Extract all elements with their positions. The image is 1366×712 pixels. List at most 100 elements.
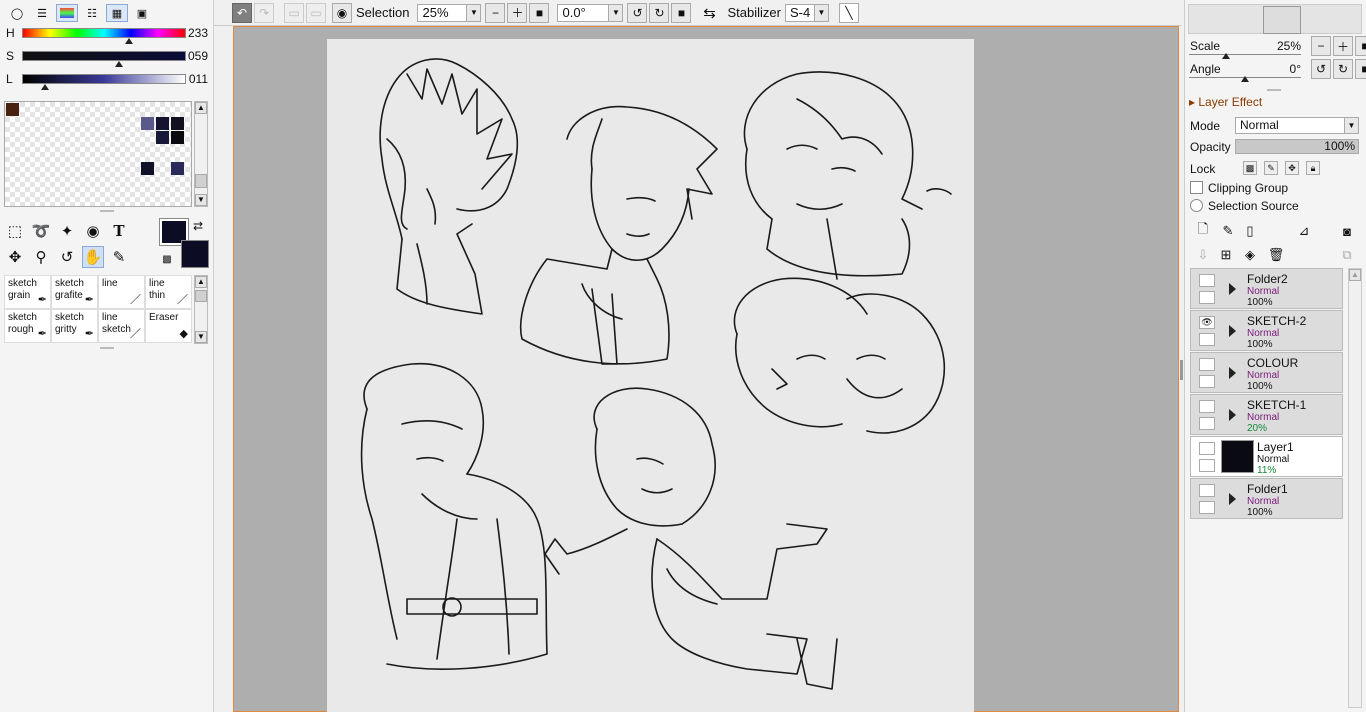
swatch-grid-icon[interactable]: ▦: [106, 4, 128, 22]
brush-sketch-grain[interactable]: sketch grain ✒: [4, 275, 51, 309]
flip-horizontal-icon[interactable]: ⇆: [699, 3, 719, 23]
layer-row-sketch-1[interactable]: SKETCH-1 Normal 20%: [1190, 394, 1343, 435]
hsv-sliders-icon[interactable]: [56, 4, 78, 22]
merge-down-icon[interactable]: ⊞: [1217, 246, 1235, 264]
invert-selection-icon[interactable]: ▭: [306, 2, 326, 23]
layer-properties-icon[interactable]: ⧉: [1338, 246, 1356, 264]
text-icon[interactable]: T: [108, 220, 130, 242]
layer-select-box[interactable]: [1199, 333, 1215, 346]
panel-grip[interactable]: [100, 210, 114, 214]
swap-colors-icon[interactable]: ⇄: [190, 218, 206, 234]
redo-icon[interactable]: ↷: [254, 2, 274, 23]
hue-track[interactable]: [22, 28, 186, 38]
swatch-7[interactable]: [141, 162, 154, 175]
zoom-in-icon[interactable]: ＋: [1333, 36, 1353, 56]
transparent-color-icon[interactable]: ▩: [160, 252, 174, 266]
rotate-reset-icon[interactable]: ■: [1355, 59, 1366, 79]
zoom-out-icon[interactable]: −: [485, 2, 506, 23]
rotation-dropdown[interactable]: 0.0° ▼: [557, 3, 624, 22]
layer-select-box[interactable]: [1199, 375, 1215, 388]
layer-scrollbar[interactable]: ▲: [1348, 268, 1362, 708]
swatch-8[interactable]: [171, 162, 184, 175]
opacity-slider[interactable]: 100%: [1235, 139, 1359, 154]
navigator-viewport[interactable]: [1263, 6, 1301, 34]
transform-icon[interactable]: ⊿: [1295, 222, 1313, 240]
layer-effect-header[interactable]: ▸ Layer Effect: [1189, 95, 1262, 109]
layer-row-folder2[interactable]: Folder2 Normal 100%: [1190, 268, 1343, 309]
eye-icon[interactable]: ◉: [332, 2, 352, 23]
rgb-sliders-icon[interactable]: ☰: [31, 4, 53, 22]
transfer-down-icon[interactable]: ⇩: [1194, 246, 1212, 264]
scroll-up-icon[interactable]: ▲: [195, 276, 207, 288]
rotate-reset-icon[interactable]: ■: [671, 2, 692, 23]
brush-sketch-gritty[interactable]: sketch gritty ✒: [51, 309, 98, 343]
layer-row-colour[interactable]: COLOUR Normal 100%: [1190, 352, 1343, 393]
scroll-thumb[interactable]: [195, 290, 207, 302]
scroll-up-icon[interactable]: ▲: [195, 102, 207, 114]
undo-icon[interactable]: ↶: [232, 2, 252, 23]
brush-eraser[interactable]: Eraser ◆: [145, 309, 192, 343]
panel-grip[interactable]: [100, 347, 114, 351]
new-folder-icon[interactable]: ▯: [1241, 222, 1259, 240]
hue-slider[interactable]: H 233: [6, 26, 210, 46]
lock-move-icon[interactable]: ✥: [1285, 161, 1299, 175]
lock-transparency-icon[interactable]: ▩: [1243, 161, 1257, 175]
angle-handle[interactable]: [1241, 76, 1249, 82]
swatch-2[interactable]: [141, 117, 154, 130]
magic-wand-icon[interactable]: ✦: [56, 220, 78, 242]
canvas-area[interactable]: [233, 26, 1179, 712]
brush-line[interactable]: line ／: [98, 275, 145, 309]
lightness-handle[interactable]: [41, 84, 49, 90]
rotate-left-icon[interactable]: ↺: [627, 2, 648, 23]
zoom-reset-icon[interactable]: ■: [1355, 36, 1366, 56]
folder-expand-icon[interactable]: [1229, 325, 1236, 337]
folder-expand-icon[interactable]: [1229, 283, 1236, 295]
color-wheel-icon[interactable]: ◯: [6, 4, 28, 22]
selection-label[interactable]: Selection: [356, 5, 409, 20]
trash-icon[interactable]: 🗑︎: [1267, 246, 1285, 264]
layer-mask-icon[interactable]: ◙: [1338, 222, 1356, 240]
zoom-in-icon[interactable]: ＋: [507, 2, 528, 23]
scroll-down-icon[interactable]: ▼: [195, 194, 207, 206]
scale-track[interactable]: [1189, 54, 1301, 55]
hue-handle[interactable]: [125, 38, 133, 44]
visibility-toggle[interactable]: [1199, 484, 1215, 497]
new-layer-icon[interactable]: 🗋︎: [1194, 221, 1212, 240]
lightness-track[interactable]: [22, 74, 186, 84]
saturation-handle[interactable]: [115, 61, 123, 67]
splitter-handle[interactable]: [1180, 360, 1183, 380]
brush-scrollbar[interactable]: ▲ ▼: [194, 275, 208, 344]
brush-line-sketch[interactable]: line sketch ／: [98, 309, 145, 343]
zoom-dropdown[interactable]: 25% ▼: [417, 3, 482, 22]
select-rect-icon[interactable]: ⬚: [4, 220, 26, 242]
visibility-toggle[interactable]: [1199, 442, 1215, 455]
visibility-toggle[interactable]: [1199, 400, 1215, 413]
scratchpad-icon[interactable]: ▣: [131, 4, 153, 22]
swatch-1[interactable]: [6, 103, 19, 116]
angle-control[interactable]: Angle 0° ↺ ↻ ■: [1189, 59, 1366, 82]
swatch-4[interactable]: [171, 117, 184, 130]
stabilizer-dropdown[interactable]: S-4 ▼: [784, 3, 829, 22]
rotate-right-icon[interactable]: ↻: [1333, 59, 1353, 79]
color-mix-icon[interactable]: ☷: [81, 4, 103, 22]
swatch-6[interactable]: [171, 131, 184, 144]
straight-line-icon[interactable]: ╲: [838, 2, 859, 23]
swatch-scrollbar[interactable]: ▲ ▼: [194, 101, 208, 207]
bucket-icon[interactable]: ◉: [82, 220, 104, 242]
brush-sketch-rough[interactable]: sketch rough ✒: [4, 309, 51, 343]
saturation-slider[interactable]: S 059: [6, 49, 210, 69]
selection-source-radio[interactable]: [1190, 199, 1203, 212]
swatch-palette[interactable]: [4, 101, 192, 207]
blend-mode-dropdown[interactable]: Normal ▼: [1235, 117, 1359, 134]
clear-layer-icon[interactable]: ◈: [1241, 246, 1259, 264]
lock-paint-icon[interactable]: ✎: [1264, 161, 1278, 175]
visibility-toggle[interactable]: [1199, 358, 1215, 371]
saturation-track[interactable]: [22, 51, 186, 61]
deselect-icon[interactable]: ▭: [284, 2, 304, 23]
background-color[interactable]: [181, 240, 209, 268]
lightness-slider[interactable]: L 011: [6, 72, 210, 92]
panel-grip[interactable]: [1267, 89, 1281, 93]
rotate-right-icon[interactable]: ↻: [649, 2, 670, 23]
scale-control[interactable]: Scale 25% − ＋ ■: [1189, 36, 1366, 59]
drawing-canvas[interactable]: [327, 39, 974, 712]
